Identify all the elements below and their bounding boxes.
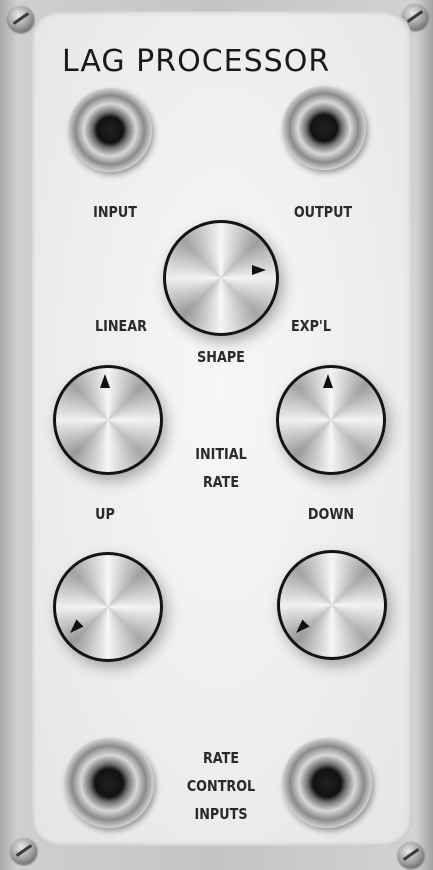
shape-label: SHAPE bbox=[197, 348, 245, 366]
initial-rate-down-knob[interactable] bbox=[276, 365, 386, 475]
down-label: DOWN bbox=[307, 505, 355, 523]
output-jack[interactable] bbox=[282, 86, 366, 170]
initial-label: INITIAL bbox=[195, 445, 247, 463]
up-rate-knob[interactable] bbox=[53, 552, 163, 662]
input-jack[interactable] bbox=[68, 88, 152, 172]
module-faceplate: LAG PROCESSOR INPUT OUTPUT LINEAR EXP'L … bbox=[0, 0, 433, 870]
module-title: LAG PROCESSOR bbox=[62, 44, 331, 79]
up-label: UP bbox=[95, 505, 115, 523]
mounting-screw-bottom-left bbox=[11, 838, 37, 864]
input-label: INPUT bbox=[93, 203, 137, 221]
shape-knob-pointer bbox=[252, 265, 266, 275]
down-rate-pointer bbox=[292, 619, 310, 637]
rate-label: RATE bbox=[202, 473, 240, 491]
expl-label: EXP'L bbox=[291, 317, 331, 335]
initial-rate-down-pointer bbox=[323, 374, 333, 388]
rate-control-label-line-3: INPUTS bbox=[194, 805, 248, 823]
up-rate-pointer bbox=[66, 619, 84, 637]
initial-rate-up-pointer bbox=[100, 374, 110, 388]
output-label: OUTPUT bbox=[293, 203, 353, 221]
linear-label: LINEAR bbox=[95, 317, 147, 335]
mounting-screw-bottom-right bbox=[398, 842, 424, 868]
shape-knob[interactable] bbox=[163, 220, 279, 336]
initial-rate-up-knob[interactable] bbox=[53, 365, 163, 475]
rate-control-label-line-2: CONTROL bbox=[186, 777, 256, 795]
rate-control-label-line-1: RATE bbox=[202, 749, 240, 767]
down-rate-knob[interactable] bbox=[277, 550, 387, 660]
mounting-screw-top-left bbox=[8, 6, 34, 32]
rate-control-input-jack-left[interactable] bbox=[64, 738, 154, 828]
rate-control-input-jack-right[interactable] bbox=[282, 738, 372, 828]
